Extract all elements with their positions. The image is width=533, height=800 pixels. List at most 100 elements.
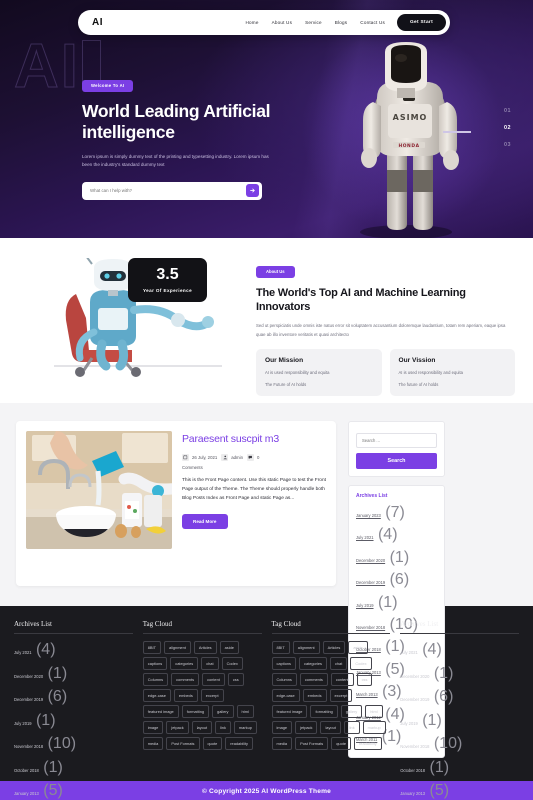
search-button[interactable]: Search <box>356 453 437 469</box>
nav-link-home[interactable]: Home <box>246 20 259 25</box>
tag-item[interactable]: captions <box>142 657 168 670</box>
arrow-right-icon[interactable] <box>246 184 259 198</box>
tag-item[interactable]: layout <box>320 721 341 734</box>
tag-item[interactable]: layout <box>191 721 213 734</box>
archive-link[interactable]: October 2018 <box>14 768 39 773</box>
tag-item[interactable]: markup <box>233 721 257 734</box>
archive-link[interactable]: July 2021 <box>14 650 32 655</box>
post-title[interactable]: Paraesent suscpit m3 <box>182 433 326 445</box>
get-start-button[interactable]: Get Start <box>397 14 446 31</box>
tag-item[interactable]: Articles <box>193 641 217 654</box>
archive-link[interactable]: November 2018 <box>400 744 429 749</box>
tag-item[interactable]: quote <box>331 737 351 750</box>
tag-item[interactable]: chat <box>201 657 219 670</box>
nav-link-contact-us[interactable]: Contact Us <box>360 20 385 25</box>
read-more-button[interactable]: Read More <box>182 513 228 529</box>
tag-item[interactable]: categories <box>299 657 327 670</box>
tag-item[interactable]: 8BIT <box>142 641 161 654</box>
tag-item[interactable]: 8BIT <box>271 641 290 654</box>
archive-count: (1) <box>373 593 398 611</box>
archive-link[interactable]: December 2019 <box>400 697 429 702</box>
search-widget: Search <box>348 421 445 477</box>
archive-link[interactable]: July 2021 <box>400 650 418 655</box>
tag-item[interactable]: content <box>202 673 225 686</box>
post-thumbnail[interactable] <box>26 431 172 549</box>
tag-item[interactable]: edge-case <box>142 689 171 702</box>
tag-item[interactable]: css <box>227 673 244 686</box>
tag-item[interactable]: alignment <box>292 641 320 654</box>
tag-item[interactable]: html <box>365 705 383 718</box>
tag-item[interactable]: excerpt <box>200 689 224 702</box>
tag-item[interactable]: Columns <box>142 673 169 686</box>
archive-link[interactable]: December 2020 <box>14 674 43 679</box>
archive-link[interactable]: January 2013 <box>14 791 39 796</box>
tag-item[interactable]: chat <box>329 657 348 670</box>
tag-item[interactable]: css <box>356 673 373 686</box>
tag-item[interactable]: comments <box>299 673 328 686</box>
tag-item[interactable]: featured image <box>271 705 308 718</box>
tag-item[interactable]: formatting <box>310 705 338 718</box>
card-line-2: The Future of AI holds <box>265 382 307 388</box>
nav-link-about-us[interactable]: About Us <box>272 20 293 25</box>
archive-link[interactable]: January 2023 <box>356 513 381 518</box>
tag-item[interactable]: markup <box>362 721 386 734</box>
tag-item[interactable]: jetpack <box>166 721 189 734</box>
tag-item[interactable]: Articles <box>322 641 346 654</box>
tag-item[interactable]: Codex <box>350 657 372 670</box>
tag-item[interactable]: quote <box>202 737 223 750</box>
tag-item[interactable]: readability <box>354 737 382 750</box>
tag-item[interactable]: Codex <box>221 657 243 670</box>
tag-item[interactable]: gallery <box>212 705 234 718</box>
tag-item[interactable]: media <box>271 737 293 750</box>
tag-item[interactable]: content <box>330 673 354 686</box>
tag-item[interactable]: aside <box>348 641 368 654</box>
site-logo[interactable]: AI <box>92 17 103 28</box>
archive-link[interactable]: November 2018 <box>14 744 43 749</box>
tag-item[interactable]: embeds <box>302 689 327 702</box>
tag-item[interactable]: image <box>271 721 293 734</box>
slider-item-02[interactable]: 02 <box>504 125 511 131</box>
tag-item[interactable]: aside <box>219 641 239 654</box>
tag-item[interactable]: captions <box>271 657 296 670</box>
tag-item[interactable]: categories <box>170 657 199 670</box>
archive-link[interactable]: December 2019 <box>14 697 43 702</box>
tag-item[interactable]: featured image <box>142 705 179 718</box>
post-date-text: 26 July, 2021 <box>192 455 218 460</box>
tag-item[interactable]: Columns <box>271 673 297 686</box>
tag-item[interactable]: alignment <box>163 641 191 654</box>
hero-search-input[interactable] <box>90 188 246 194</box>
archive-link[interactable]: December 2020 <box>356 558 385 563</box>
tag-item[interactable]: gallery <box>340 705 363 718</box>
archive-link[interactable]: July 2019 <box>400 721 418 726</box>
tag-item[interactable]: embeds <box>173 689 198 702</box>
archive-list-item: November 2018 (10) <box>14 735 133 753</box>
tag-item[interactable]: Post Formats <box>166 737 200 750</box>
tag-item[interactable]: formatting <box>181 705 210 718</box>
archive-link[interactable]: July 2021 <box>356 535 374 540</box>
tag-item[interactable]: excerpt <box>329 689 353 702</box>
tag-item[interactable]: image <box>142 721 164 734</box>
archive-link[interactable]: December 2019 <box>356 580 385 585</box>
archive-link[interactable]: December 2020 <box>400 674 429 679</box>
tag-item[interactable]: jetpack <box>295 721 318 734</box>
tag-item[interactable]: media <box>142 737 164 750</box>
tag-item[interactable]: readability <box>225 737 253 750</box>
tag-item[interactable]: html <box>236 705 254 718</box>
tag-item[interactable]: link <box>215 721 231 734</box>
tag-item[interactable]: link <box>343 721 360 734</box>
footer-archives-right: Archives List July 2021 (4) December 2020… <box>400 620 519 799</box>
blog-section: Paraesent suscpit m3 26 July, 2021 admin <box>0 403 533 759</box>
archive-link[interactable]: July 2019 <box>14 721 32 726</box>
slider-item-03[interactable]: 03 <box>504 142 511 148</box>
tag-item[interactable]: comments <box>171 673 200 686</box>
archive-link[interactable]: January 2013 <box>400 791 425 796</box>
hero-title: World Leading Artificial intelligence <box>82 101 271 143</box>
nav-link-service[interactable]: Service <box>305 20 322 25</box>
tag-item[interactable]: edge-case <box>271 689 300 702</box>
tag-item[interactable]: Post Formats <box>295 737 329 750</box>
nav-link-blogs[interactable]: Blogs <box>335 20 348 25</box>
archive-link[interactable]: October 2018 <box>400 768 425 773</box>
search-input[interactable] <box>356 433 437 448</box>
slider-item-01[interactable]: 01 <box>504 108 511 114</box>
archive-link[interactable]: July 2019 <box>356 603 374 608</box>
